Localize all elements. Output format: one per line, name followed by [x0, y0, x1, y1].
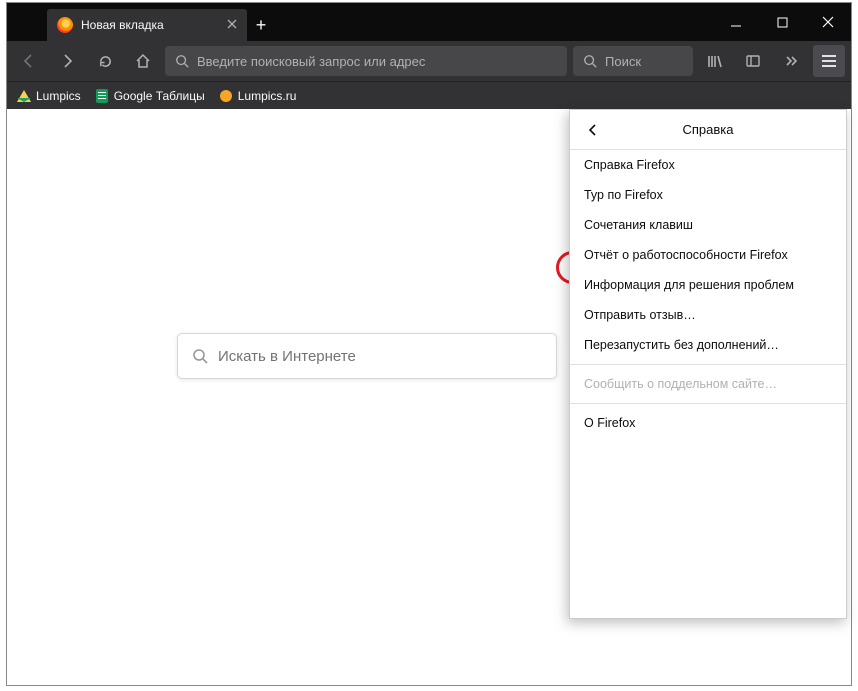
panel-header: Справка [570, 110, 846, 150]
close-tab-icon[interactable] [227, 18, 237, 32]
nav-toolbar: Введите поисковый запрос или адрес Поиск [7, 41, 851, 81]
bookmark-google-sheets[interactable]: Google Таблицы [95, 89, 205, 103]
home-button[interactable] [127, 45, 159, 77]
bookmark-lumpics-ru[interactable]: Lumpics.ru [219, 89, 297, 103]
drive-icon [17, 89, 31, 103]
urlbar-placeholder: Введите поисковый запрос или адрес [197, 54, 425, 69]
help-item-health-report[interactable]: Отчёт о работоспособности Firefox [570, 240, 846, 270]
panel-separator [570, 364, 846, 365]
site-icon [219, 89, 233, 103]
help-item-about[interactable]: О Firefox [570, 408, 846, 438]
search-icon [192, 348, 208, 364]
overflow-button[interactable] [775, 45, 807, 77]
page-content: Искать в Интернете Справка Справка Firef… [7, 109, 851, 685]
forward-button[interactable] [51, 45, 83, 77]
panel-separator [570, 403, 846, 404]
panel-title: Справка [683, 122, 734, 137]
reload-button[interactable] [89, 45, 121, 77]
window-controls [713, 3, 851, 41]
tab-title: Новая вкладка [81, 18, 164, 32]
searchbar-placeholder: Поиск [605, 54, 641, 69]
url-bar[interactable]: Введите поисковый запрос или адрес [165, 46, 567, 76]
titlebar: Новая вкладка + [7, 3, 851, 41]
bookmarks-toolbar: Lumpics Google Таблицы Lumpics.ru [7, 81, 851, 109]
back-button[interactable] [13, 45, 45, 77]
search-icon [583, 54, 597, 68]
bookmark-label: Lumpics.ru [238, 89, 297, 103]
help-panel: Справка Справка Firefox Тур по Firefox С… [569, 109, 847, 619]
panel-back-button[interactable] [578, 110, 608, 150]
close-window-button[interactable] [805, 3, 851, 41]
newtab-search-placeholder: Искать в Интернете [218, 348, 356, 365]
bookmark-label: Google Таблицы [114, 89, 205, 103]
sheets-icon [95, 89, 109, 103]
help-item-restart-no-addons[interactable]: Перезапустить без дополнений… [570, 330, 846, 360]
library-button[interactable] [699, 45, 731, 77]
search-bar[interactable]: Поиск [573, 46, 693, 76]
search-icon [175, 54, 189, 68]
help-item-troubleshooting[interactable]: Информация для решения проблем [570, 270, 846, 300]
minimize-button[interactable] [713, 3, 759, 41]
bookmark-lumpics[interactable]: Lumpics [17, 89, 81, 103]
sidebar-button[interactable] [737, 45, 769, 77]
help-item-report-site: Сообщить о поддельном сайте… [570, 369, 846, 399]
help-item-shortcuts[interactable]: Сочетания клавиш [570, 210, 846, 240]
browser-tab[interactable]: Новая вкладка [47, 9, 247, 41]
firefox-icon [57, 17, 73, 33]
maximize-button[interactable] [759, 3, 805, 41]
help-item-tour[interactable]: Тур по Firefox [570, 180, 846, 210]
app-menu-button[interactable] [813, 45, 845, 77]
new-tab-button[interactable]: + [247, 9, 275, 41]
newtab-search[interactable]: Искать в Интернете [177, 333, 557, 379]
bookmark-label: Lumpics [36, 89, 81, 103]
help-item-firefox-help[interactable]: Справка Firefox [570, 150, 846, 180]
help-item-feedback[interactable]: Отправить отзыв… [570, 300, 846, 330]
